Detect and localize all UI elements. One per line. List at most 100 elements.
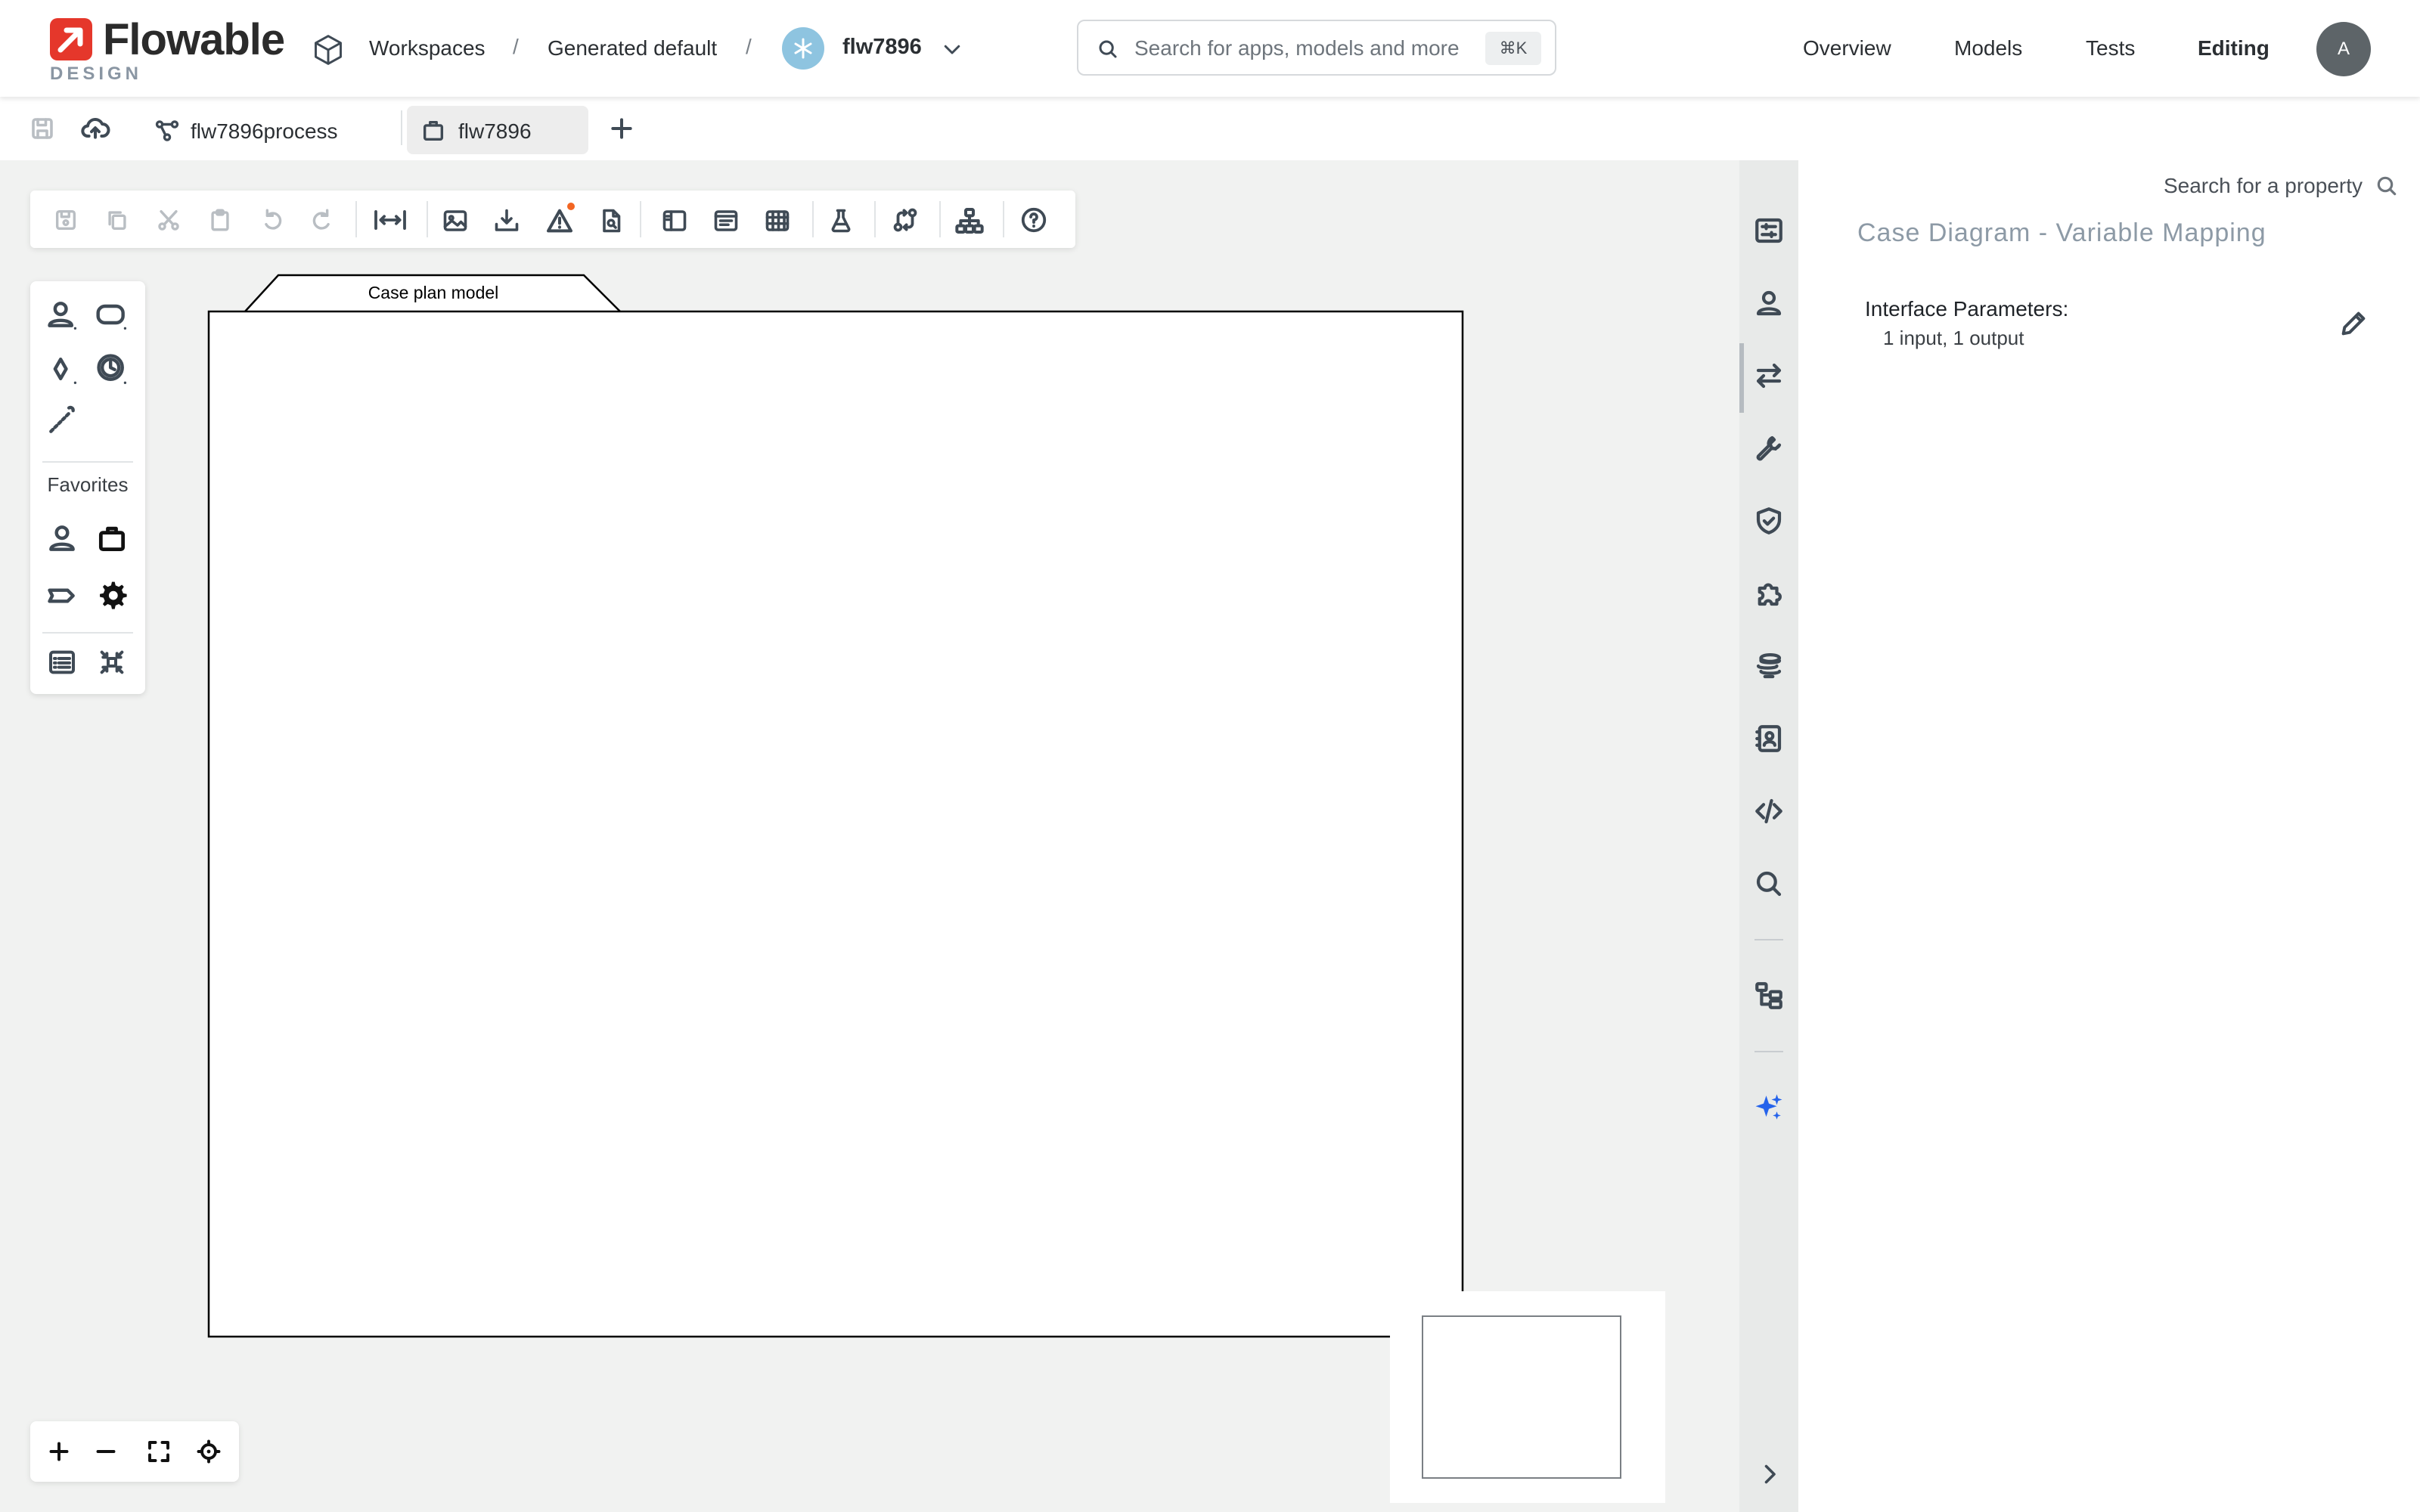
palette-divider	[42, 461, 133, 463]
properties-rail	[1739, 160, 1798, 1512]
top-header: Flowable DESIGN Workspaces / Generated d…	[0, 0, 2420, 97]
favorite-milestone-icon[interactable]	[45, 579, 79, 612]
toolbar-divider	[812, 201, 814, 237]
nav-editing[interactable]: Editing	[2198, 38, 2270, 59]
undo-icon[interactable]	[259, 207, 284, 233]
cut-icon[interactable]	[156, 207, 182, 233]
variable-mapping-icon[interactable]	[1753, 360, 1785, 392]
tab-label: flw7896process	[191, 119, 338, 143]
search-icon	[2377, 176, 2397, 196]
test-flask-icon[interactable]	[827, 207, 855, 234]
breadcrumb-workspace[interactable]: Generated default	[548, 38, 717, 59]
brand-name: Flowable	[103, 15, 285, 64]
download-icon[interactable]	[493, 207, 520, 234]
toolbar-divider	[355, 201, 357, 237]
user-permissions-icon[interactable]	[1753, 287, 1785, 319]
search-shortcut: ⌘K	[1485, 32, 1541, 65]
list-view-icon[interactable]	[47, 647, 77, 677]
zoom-in-icon[interactable]	[45, 1438, 73, 1465]
breadcrumb-separator: /	[746, 35, 752, 58]
minimap-viewport[interactable]	[1422, 1315, 1621, 1479]
save-all-icon[interactable]	[29, 115, 56, 142]
user-avatar[interactable]: A	[2316, 22, 2371, 76]
app-badge-icon	[782, 27, 824, 70]
data-stack-icon[interactable]	[1753, 650, 1785, 682]
form-icon[interactable]	[712, 207, 740, 234]
tab-label: flw7896	[458, 119, 532, 143]
wrench-icon[interactable]	[1753, 432, 1785, 464]
rail-divider	[1754, 939, 1783, 940]
property-search-label: Search for a property	[2163, 174, 2363, 197]
fit-width-icon[interactable]	[372, 206, 408, 234]
zoom-controls	[30, 1421, 239, 1482]
code-icon[interactable]	[1753, 795, 1785, 827]
search-icon	[1099, 40, 1117, 58]
favorite-case-task-icon[interactable]	[95, 522, 129, 555]
stage-icon[interactable]	[95, 298, 129, 331]
flowable-logo[interactable]: Flowable DESIGN	[50, 15, 285, 86]
contact-card-icon[interactable]	[1753, 723, 1785, 754]
help-icon[interactable]	[1019, 206, 1048, 234]
favorites-label: Favorites	[47, 473, 129, 496]
nav-tests[interactable]: Tests	[2086, 38, 2135, 59]
favorite-service-task-gear-icon[interactable]	[95, 579, 129, 612]
brand-subtitle: DESIGN	[50, 64, 143, 84]
table-icon[interactable]	[764, 207, 791, 234]
toolbar-divider	[874, 201, 876, 237]
tab-flw7896[interactable]: flw7896	[407, 106, 588, 154]
hierarchy-icon[interactable]	[954, 206, 985, 236]
add-tab-icon[interactable]	[607, 113, 637, 144]
ai-sparkle-icon[interactable]	[1753, 1092, 1785, 1123]
active-rail-indicator	[1739, 343, 1744, 413]
search-properties-icon[interactable]	[1753, 868, 1785, 900]
chevron-down-icon[interactable]	[941, 38, 963, 60]
validation-warning-icon[interactable]	[544, 206, 575, 236]
copy-icon[interactable]	[104, 207, 130, 233]
tab-flw7896process[interactable]: flw7896process	[151, 109, 393, 151]
minimap[interactable]	[1390, 1291, 1665, 1503]
breadcrumb-app[interactable]: flw7896	[842, 36, 922, 58]
paste-icon[interactable]	[207, 207, 233, 233]
sentry-icon[interactable]	[45, 352, 79, 386]
model-tab-bar: flw7896process flw7896	[0, 97, 2420, 160]
chevron-right-icon[interactable]	[1756, 1461, 1783, 1488]
breadcrumb-separator: /	[513, 35, 519, 58]
panel-left-icon[interactable]	[661, 207, 688, 234]
association-icon[interactable]	[45, 404, 79, 437]
zoom-out-icon[interactable]	[92, 1438, 119, 1465]
compare-icon[interactable]	[891, 206, 920, 234]
center-icon[interactable]	[195, 1438, 222, 1465]
document-search-icon[interactable]	[597, 207, 625, 234]
image-export-icon[interactable]	[442, 207, 469, 234]
toolbar-divider	[1003, 201, 1004, 237]
fit-screen-icon[interactable]	[145, 1438, 172, 1465]
nav-overview[interactable]: Overview	[1803, 38, 1891, 59]
tree-structure-icon[interactable]	[1753, 980, 1785, 1012]
interface-parameters-value: 1 input, 1 output	[1883, 327, 2024, 349]
case-plan-model-shape[interactable]	[206, 274, 1466, 1340]
search-placeholder: Search for apps, models and more	[1134, 36, 1460, 60]
nav-models[interactable]: Models	[1954, 38, 2022, 59]
global-search[interactable]: Search for apps, models and more ⌘K	[1077, 20, 1556, 76]
breadcrumb-workspaces[interactable]: Workspaces	[369, 38, 486, 59]
general-settings-icon[interactable]	[1753, 215, 1785, 246]
save-icon[interactable]	[53, 207, 79, 233]
redo-icon[interactable]	[310, 207, 336, 233]
security-shield-icon[interactable]	[1753, 505, 1785, 537]
tab-divider	[401, 110, 402, 145]
collapse-all-icon[interactable]	[97, 647, 127, 677]
property-search[interactable]: Search for a property	[2134, 168, 2406, 207]
extensions-puzzle-icon[interactable]	[1753, 578, 1785, 609]
favorite-human-task-icon[interactable]	[45, 522, 79, 555]
shape-palette: Favorites	[30, 281, 145, 694]
properties-title: Case Diagram - Variable Mapping	[1857, 218, 2266, 247]
rail-divider	[1754, 1051, 1783, 1052]
warning-dot	[567, 203, 575, 210]
human-task-icon[interactable]	[45, 298, 79, 331]
cloud-upload-icon[interactable]	[80, 113, 110, 144]
toolbar-divider	[640, 201, 641, 237]
timer-event-icon[interactable]	[95, 352, 129, 386]
edit-pencil-icon[interactable]	[2338, 308, 2369, 339]
flowable-logo-icon	[50, 18, 92, 60]
case-plan-model-label: Case plan model	[368, 283, 499, 302]
